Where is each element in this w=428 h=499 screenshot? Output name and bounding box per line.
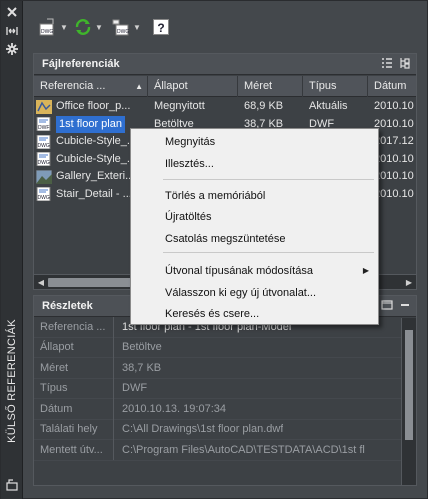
toolbar: DWG ▼ ▼ DWG ▼ ? bbox=[23, 13, 423, 41]
dwg-file-icon: DWG bbox=[36, 186, 52, 202]
menu-item-bind[interactable]: Illesztés... bbox=[165, 155, 214, 173]
svg-text:DWF: DWF bbox=[38, 125, 49, 131]
cell-date: 2010.10 bbox=[374, 100, 414, 112]
file-references-title: Fájlreferenciák bbox=[42, 58, 120, 70]
svg-text:DWG: DWG bbox=[38, 143, 50, 149]
properties-icon[interactable] bbox=[5, 479, 19, 493]
svg-text:DWG: DWG bbox=[41, 29, 53, 35]
preview-toggle-icon[interactable] bbox=[380, 299, 394, 313]
list-view-icon[interactable] bbox=[380, 57, 394, 71]
cell-status: Megnyitott bbox=[154, 100, 205, 112]
autohide-icon[interactable] bbox=[5, 25, 19, 39]
details-property-list: Referencia ... 1st floor plan - 1st floor… bbox=[34, 316, 416, 461]
help-icon: ? bbox=[153, 19, 169, 35]
submenu-arrow-icon: ▶ bbox=[362, 266, 369, 275]
detail-key: Referencia ... bbox=[34, 316, 114, 337]
menu-item-reload[interactable]: Újratöltés bbox=[165, 208, 211, 226]
scroll-right-icon[interactable]: ▶ bbox=[402, 278, 416, 287]
detail-row: Dátum 2010.10.13. 19:07:34 bbox=[34, 398, 416, 420]
reference-name: Gallery_Exteri... bbox=[56, 170, 135, 182]
detail-row: Találati hely C:\All Drawings\1st floor p… bbox=[34, 419, 416, 440]
tree-view-icon[interactable] bbox=[398, 57, 412, 71]
chevron-down-icon[interactable]: ▼ bbox=[95, 23, 103, 32]
detail-value: 2010.10.13. 19:07:34 bbox=[122, 402, 226, 415]
column-label: Állapot bbox=[154, 80, 188, 92]
dwf-file-icon: DWF bbox=[36, 116, 52, 132]
context-menu: Megnyitás Illesztés... Törlés a memóriából… bbox=[130, 128, 379, 325]
reference-name: Stair_Detail - ... bbox=[56, 187, 132, 200]
scroll-left-icon[interactable]: ◀ bbox=[34, 278, 48, 287]
column-header-status[interactable]: Állapot bbox=[148, 76, 238, 97]
palette-title-bar: KÜLSŐ REFERENCIÁK bbox=[1, 1, 23, 499]
reference-name: 1st floor plan bbox=[56, 115, 125, 133]
collapse-icon[interactable] bbox=[398, 299, 412, 313]
refresh-icon bbox=[74, 18, 92, 36]
reference-name: Cubicle-Style_... bbox=[56, 152, 137, 165]
refresh-button[interactable]: ▼ bbox=[74, 13, 103, 41]
attach-dwg-button[interactable]: DWG ▼ bbox=[39, 13, 68, 41]
detail-value: DWF bbox=[122, 382, 148, 395]
detail-row: Típus DWF bbox=[34, 378, 416, 399]
detail-row: Méret 38,7 KB bbox=[34, 357, 416, 379]
reference-name: Cubicle-Style_... bbox=[56, 135, 137, 147]
file-references-column-header: Referencia ... ▲ Állapot Méret Típus Dát… bbox=[34, 76, 416, 97]
detail-key: Méret bbox=[34, 357, 114, 378]
dwg-file-icon: DWG bbox=[36, 134, 52, 150]
change-path-icon: DWG bbox=[112, 18, 130, 36]
detail-key: Állapot bbox=[34, 337, 114, 358]
detail-key: Találati hely bbox=[34, 419, 114, 440]
reference-name: Office floor_p... bbox=[56, 100, 131, 112]
palette-title: KÜLSŐ REFERENCIÁK bbox=[2, 316, 22, 446]
details-title: Részletek bbox=[42, 300, 93, 312]
sort-ascending-icon: ▲ bbox=[135, 82, 143, 91]
column-header-size[interactable]: Méret bbox=[238, 76, 303, 97]
scroll-thumb[interactable] bbox=[405, 330, 413, 440]
detail-row: Állapot Betöltve bbox=[34, 337, 416, 358]
detail-value: C:\All Drawings\1st floor plan.dwf bbox=[122, 423, 284, 436]
svg-text:DWG: DWG bbox=[38, 195, 50, 201]
dwg-file-icon: DWG bbox=[36, 151, 52, 167]
menu-separator bbox=[163, 252, 374, 253]
palette-title-text: KÜLSŐ REFERENCIÁK bbox=[6, 319, 18, 443]
menu-separator bbox=[163, 179, 374, 180]
menu-item-open[interactable]: Megnyitás bbox=[165, 133, 215, 151]
menu-item-detach[interactable]: Csatolás megszüntetése bbox=[165, 230, 285, 248]
close-icon[interactable] bbox=[5, 6, 19, 20]
dwg-drawing-icon bbox=[36, 99, 52, 114]
menu-item-change-path-type[interactable]: Útvonal típusának módosítása bbox=[165, 262, 313, 280]
help-glyph: ? bbox=[157, 21, 165, 35]
help-button[interactable]: ? bbox=[153, 13, 169, 41]
detail-value: 38,7 KB bbox=[122, 361, 162, 374]
svg-text:DWG: DWG bbox=[117, 29, 129, 35]
vertical-scrollbar[interactable] bbox=[401, 318, 416, 485]
table-row[interactable]: Office floor_p... Megnyitott 68,9 KB Aktuál… bbox=[34, 98, 416, 116]
menu-item-select-new-path[interactable]: Válasszon ki egy új útvonalat... bbox=[165, 284, 316, 302]
detail-key: Típus bbox=[34, 378, 114, 399]
cell-reference-name: Office floor_p... bbox=[34, 98, 148, 116]
column-label: Méret bbox=[244, 80, 273, 92]
column-label: Referencia ... bbox=[40, 80, 106, 92]
menu-item-find-replace[interactable]: Keresés és csere... bbox=[165, 305, 259, 323]
detail-value: C:\Program Files\AutoCAD\TESTDATA\ACD\1s… bbox=[122, 443, 365, 456]
chevron-down-icon[interactable]: ▼ bbox=[60, 23, 68, 32]
column-header-date[interactable]: Dátum bbox=[368, 76, 416, 97]
cell-type: Aktuális bbox=[309, 100, 348, 112]
change-path-button[interactable]: DWG ▼ bbox=[112, 13, 141, 41]
file-references-header: Fájlreferenciák bbox=[34, 54, 416, 75]
cell-size: 68,9 KB bbox=[244, 100, 284, 112]
detail-key: Mentett útv... bbox=[34, 439, 114, 460]
column-label: Típus bbox=[309, 80, 337, 92]
detail-key: Dátum bbox=[34, 398, 114, 419]
gear-icon[interactable] bbox=[5, 43, 19, 57]
detail-value: Betöltve bbox=[122, 341, 162, 354]
svg-text:DWG: DWG bbox=[38, 160, 50, 166]
chevron-down-icon[interactable]: ▼ bbox=[133, 23, 141, 32]
column-label: Dátum bbox=[374, 80, 407, 92]
column-header-type[interactable]: Típus bbox=[303, 76, 368, 97]
menu-item-unload[interactable]: Törlés a memóriából bbox=[165, 187, 265, 205]
detail-row: Mentett útv... C:\Program Files\AutoCAD\T… bbox=[34, 439, 416, 461]
raster-image-icon bbox=[35, 169, 53, 185]
column-header-reference[interactable]: Referencia ... ▲ bbox=[34, 76, 148, 97]
attach-dwg-icon: DWG bbox=[39, 18, 57, 36]
